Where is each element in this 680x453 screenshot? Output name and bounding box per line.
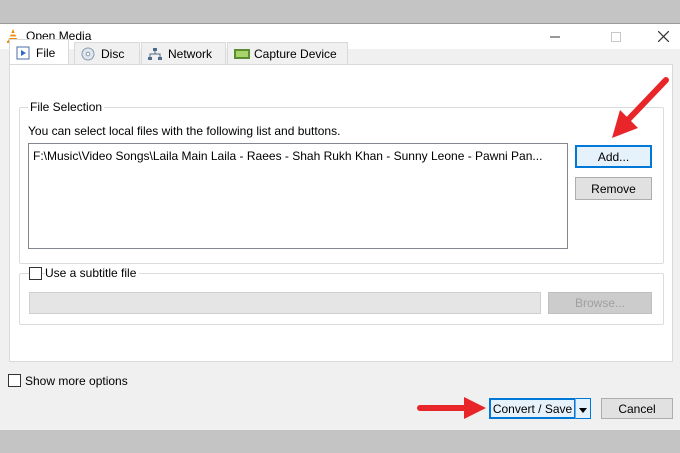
tab-label: Network [168, 46, 213, 61]
annotation-arrow-convert [417, 397, 486, 419]
top-background [0, 0, 680, 23]
subtitle-checkbox-label: Use a subtitle file [45, 266, 140, 280]
convert-save-dropdown-button[interactable] [575, 398, 591, 419]
tab-capture-device[interactable]: Capture Device [227, 42, 348, 64]
file-selection-legend: File Selection [28, 100, 105, 114]
subtitle-path-input[interactable] [29, 292, 541, 314]
show-more-options-label: Show more options [25, 374, 128, 388]
file-list[interactable]: F:\Music\Video Songs\Laila Main Laila - … [28, 143, 568, 249]
annotation-arrow-add [612, 77, 669, 138]
tab-label: Disc [101, 46, 125, 61]
remove-button[interactable]: Remove [575, 177, 652, 200]
browse-button[interactable]: Browse... [548, 292, 652, 314]
tab-network[interactable]: Network [141, 42, 226, 64]
maximize-button[interactable] [593, 24, 639, 49]
list-item[interactable]: F:\Music\Video Songs\Laila Main Laila - … [33, 149, 563, 163]
file-play-icon [16, 46, 30, 60]
network-icon [148, 47, 162, 61]
tab-disc[interactable]: Disc [74, 42, 140, 64]
disc-icon [81, 47, 95, 61]
cancel-button[interactable]: Cancel [601, 398, 673, 419]
tab-file[interactable]: File [9, 39, 69, 65]
minimize-button[interactable] [532, 24, 578, 49]
close-button[interactable] [640, 24, 680, 49]
capture-device-icon [234, 47, 250, 61]
show-more-options-checkbox[interactable] [8, 374, 21, 387]
tab-label: Capture Device [254, 46, 337, 61]
tab-label: File [36, 45, 56, 60]
subtitle-checkbox[interactable] [29, 267, 42, 280]
bottom-background [0, 430, 680, 453]
file-selection-hint: You can select local files with the foll… [28, 124, 341, 138]
chevron-down-icon [579, 402, 587, 416]
add-button[interactable]: Add... [575, 145, 652, 168]
convert-save-button[interactable]: Convert / Save [489, 398, 576, 419]
